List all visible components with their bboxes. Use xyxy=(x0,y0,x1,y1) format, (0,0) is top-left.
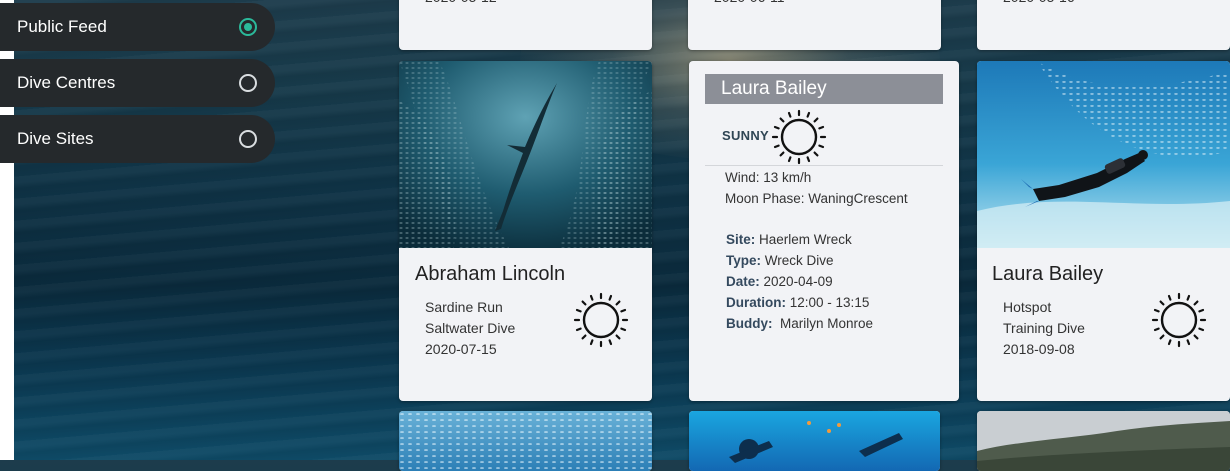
dive-site: Hotspot xyxy=(1003,299,1052,315)
dive-photo-diver xyxy=(977,61,1230,248)
duration-label: Duration: xyxy=(726,295,786,310)
site-value: Haerlem Wreck xyxy=(759,232,852,247)
radio-icon[interactable] xyxy=(239,130,257,148)
dive-photo-shark xyxy=(399,61,652,248)
dive-card[interactable]: Laura Bailey Hotspot Training Dive 2018-… xyxy=(977,61,1230,401)
dive-summary: Sardine Run Saltwater Dive 2020-07-15 xyxy=(425,297,515,360)
diver-name: Laura Bailey xyxy=(992,263,1104,285)
card-date: 2020-06-11 xyxy=(714,0,785,5)
site-label: Site: xyxy=(726,232,756,247)
date-value: 2020-04-09 xyxy=(763,274,833,289)
dive-card[interactable]: Abraham Lincoln Sardine Run Saltwater Di… xyxy=(399,61,652,401)
card-date: 2020-05-12 xyxy=(425,0,497,5)
dive-date: 2020-07-15 xyxy=(425,341,497,357)
dive-type: Training Dive xyxy=(1003,320,1085,336)
weather-condition: SUNNY xyxy=(722,128,770,143)
nav-label: Dive Sites xyxy=(17,129,94,148)
buddy-label: Buddy: xyxy=(726,316,773,331)
dive-card-top-1[interactable]: 2020-05-12 xyxy=(399,0,652,50)
dive-card-top-2[interactable]: 2020-06-11 xyxy=(688,0,941,50)
duration-value: 12:00 - 13:15 xyxy=(789,295,870,310)
dive-photo-coast xyxy=(977,411,1230,471)
dive-photo-divers xyxy=(689,411,940,471)
dive-type: Saltwater Dive xyxy=(425,320,516,336)
buddy-value: Marilyn Monroe xyxy=(780,316,874,331)
dive-card-bottom-3[interactable] xyxy=(977,411,1230,471)
sun-icon xyxy=(573,292,629,348)
nav-label: Public Feed xyxy=(17,17,107,36)
divider xyxy=(705,165,943,166)
dive-card-bottom-1[interactable] xyxy=(399,411,652,471)
dive-photo-reef xyxy=(399,411,652,471)
dive-date: 2018-09-08 xyxy=(1003,341,1075,357)
sun-icon xyxy=(1151,292,1207,348)
date-label: Date: xyxy=(726,274,760,289)
moon-phase: Moon Phase: WaningCrescent xyxy=(725,191,908,206)
dive-detail-card[interactable]: Laura Bailey SUNNY Wind: 13 km/h Moon Ph… xyxy=(689,61,959,401)
nav-label: Dive Centres xyxy=(17,73,116,92)
wind-speed: Wind: 13 km/h xyxy=(725,170,812,185)
dive-card-top-3[interactable]: 2020-05-16 xyxy=(977,0,1230,50)
dive-details: Site: Haerlem Wreck Type: Wreck Dive Dat… xyxy=(726,229,873,334)
dive-summary: Hotspot Training Dive 2018-09-08 xyxy=(1003,297,1085,360)
radio-icon[interactable] xyxy=(239,74,257,92)
dive-card-bottom-2[interactable] xyxy=(689,411,940,471)
nav-public-feed[interactable]: Public Feed xyxy=(0,3,275,51)
dive-site: Sardine Run xyxy=(425,299,503,315)
weather-details: Wind: 13 km/h Moon Phase: WaningCrescent xyxy=(725,167,908,209)
type-value: Wreck Dive xyxy=(764,253,834,268)
card-date: 2020-05-16 xyxy=(1003,0,1075,5)
nav-dive-centres[interactable]: Dive Centres xyxy=(0,59,275,107)
diver-name: Abraham Lincoln xyxy=(415,263,566,285)
radio-selected-icon[interactable] xyxy=(239,18,257,36)
detail-diver-name: Laura Bailey xyxy=(705,74,943,104)
type-label: Type: xyxy=(726,253,762,268)
sun-icon xyxy=(771,109,827,165)
nav-dive-sites[interactable]: Dive Sites xyxy=(0,115,275,163)
